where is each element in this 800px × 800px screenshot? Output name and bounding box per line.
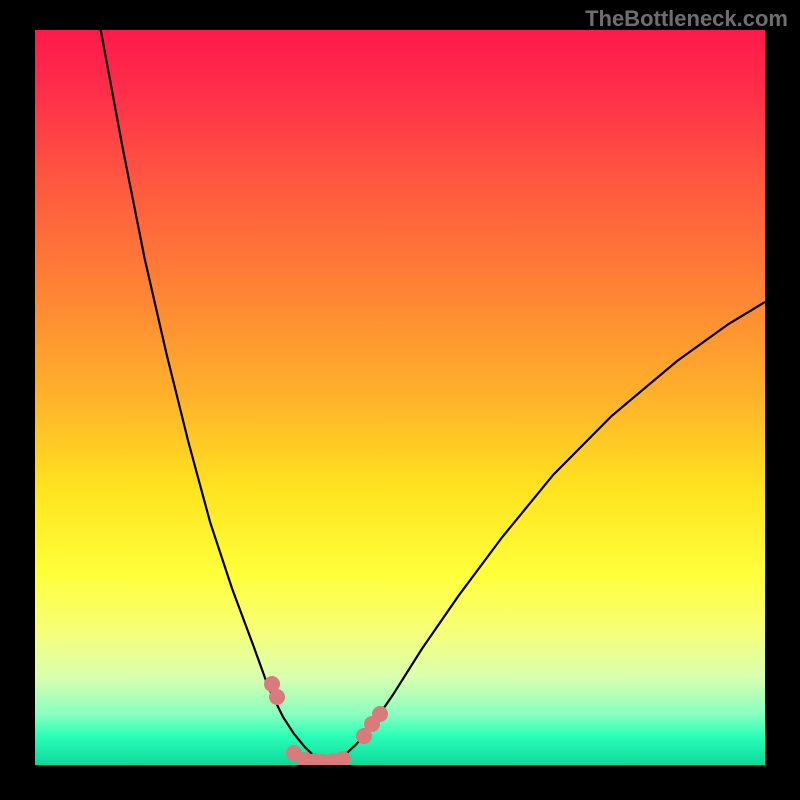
chart-frame: TheBottleneck.com bbox=[0, 0, 800, 800]
scatter-layer bbox=[35, 30, 765, 765]
scatter-dot bbox=[372, 706, 388, 722]
watermark-text: TheBottleneck.com bbox=[585, 6, 788, 32]
plot-area bbox=[35, 30, 765, 765]
scatter-dot bbox=[335, 751, 351, 765]
scatter-dot bbox=[269, 689, 285, 705]
